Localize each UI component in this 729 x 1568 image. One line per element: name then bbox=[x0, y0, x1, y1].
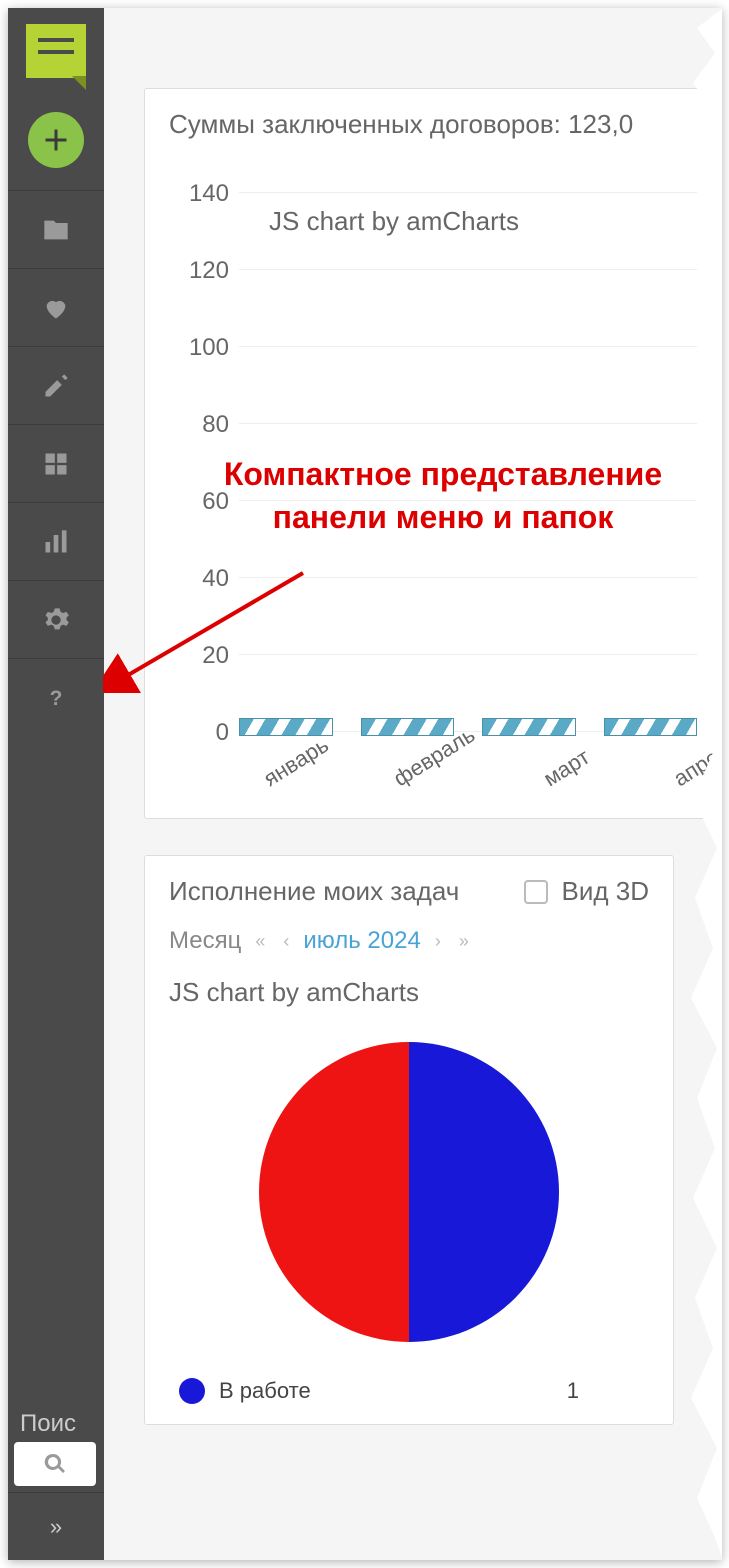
sidebar-item-folder[interactable] bbox=[8, 190, 104, 268]
prev-month-button[interactable]: ‹ bbox=[279, 931, 293, 952]
search-icon bbox=[43, 1452, 67, 1476]
legend-label: В работе bbox=[219, 1378, 311, 1404]
month-value[interactable]: июль 2024 bbox=[303, 927, 420, 955]
tasks-panel: Исполнение моих задач Вид 3D Месяц « ‹ и… bbox=[144, 855, 674, 1425]
svg-text:?: ? bbox=[50, 687, 63, 710]
ytick: 60 bbox=[169, 488, 229, 516]
first-month-button[interactable]: « bbox=[251, 931, 269, 952]
last-month-button[interactable]: » bbox=[455, 931, 473, 952]
panel-title: Исполнение моих задач bbox=[169, 876, 459, 907]
sidebar-item-settings[interactable] bbox=[8, 580, 104, 658]
chart-watermark: JS chart by amCharts bbox=[169, 977, 649, 1008]
view-3d-label: Вид 3D bbox=[562, 876, 650, 907]
panel-title: Суммы заключенных договоров: 123,0 bbox=[169, 109, 697, 140]
xtick: март bbox=[539, 744, 595, 792]
contracts-sum-panel: Суммы заключенных договоров: 123,0 JS ch… bbox=[144, 88, 722, 819]
chart-watermark: JS chart by amCharts bbox=[269, 206, 519, 237]
ytick: 140 bbox=[169, 180, 229, 208]
ytick: 120 bbox=[169, 257, 229, 285]
sidebar-item-help[interactable]: ? bbox=[8, 658, 104, 736]
ytick: 40 bbox=[169, 565, 229, 593]
pie-chart bbox=[259, 1042, 559, 1342]
sidebar-item-edit[interactable] bbox=[8, 346, 104, 424]
next-month-button[interactable]: › bbox=[431, 931, 445, 952]
sidebar-item-apps[interactable] bbox=[8, 424, 104, 502]
logo-icon[interactable] bbox=[8, 8, 104, 94]
sidebar-item-reports[interactable] bbox=[8, 502, 104, 580]
add-button[interactable] bbox=[28, 112, 84, 168]
bar-chart: JS chart by amCharts 140 120 100 80 60 4… bbox=[169, 158, 697, 798]
month-label: Месяц bbox=[169, 927, 241, 955]
ytick: 100 bbox=[169, 334, 229, 362]
main-content: Суммы заключенных договоров: 123,0 JS ch… bbox=[104, 8, 722, 1560]
xtick: апрель bbox=[669, 732, 722, 792]
xtick: январь bbox=[259, 732, 333, 792]
month-navigator: Месяц « ‹ июль 2024 › » bbox=[169, 927, 649, 955]
search-label: Поис bbox=[14, 1406, 98, 1442]
ytick: 20 bbox=[169, 642, 229, 670]
sidebar: ? Поис » bbox=[8, 8, 104, 1560]
legend-color-icon bbox=[179, 1378, 205, 1404]
ytick: 0 bbox=[169, 719, 229, 747]
legend-value: 1 bbox=[567, 1378, 579, 1404]
sidebar-item-favorites[interactable] bbox=[8, 268, 104, 346]
legend-item: В работе 1 bbox=[169, 1378, 649, 1404]
expand-sidebar-button[interactable]: » bbox=[8, 1492, 104, 1560]
view-3d-checkbox[interactable] bbox=[524, 880, 548, 904]
search-input[interactable] bbox=[14, 1442, 96, 1486]
ytick: 80 bbox=[169, 411, 229, 439]
